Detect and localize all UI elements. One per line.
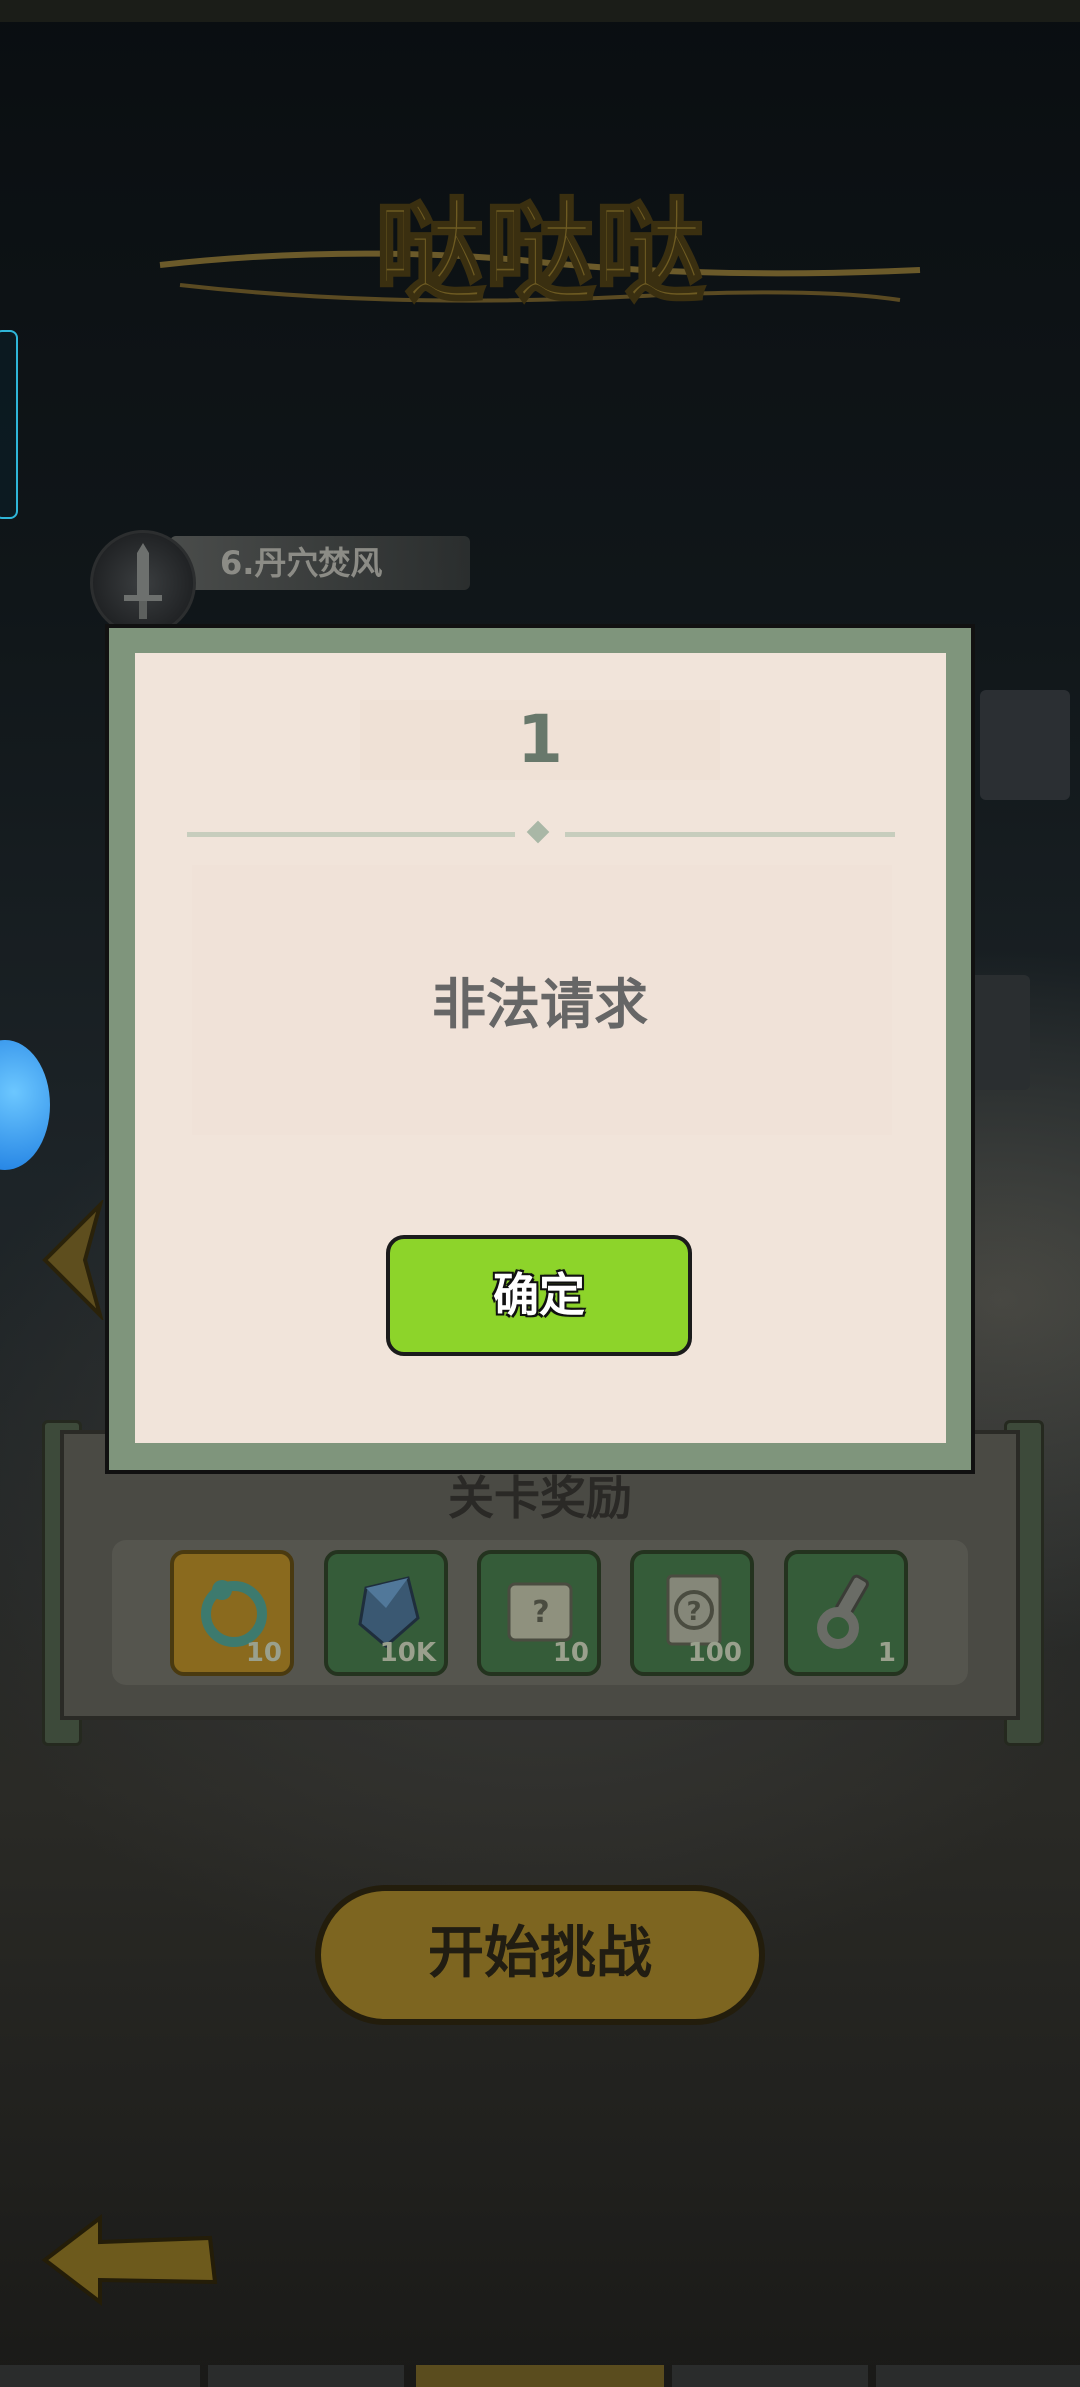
reward-quantity: 10 <box>245 1638 282 1668</box>
reward-item[interactable]: ? 10 <box>477 1550 601 1676</box>
stage-header: 6.丹穴焚风 <box>90 530 480 636</box>
reward-item[interactable]: 10K <box>324 1550 448 1676</box>
confirm-button[interactable]: 确定 <box>386 1235 692 1356</box>
svg-text:?: ? <box>686 1597 701 1627</box>
stage-name: 6.丹穴焚风 <box>170 536 470 590</box>
reward-quantity: 10K <box>379 1638 436 1668</box>
reward-quantity: 100 <box>687 1638 742 1668</box>
sword-emblem-icon <box>90 530 196 636</box>
side-panel-right <box>980 690 1070 800</box>
reward-quantity: 10 <box>552 1638 589 1668</box>
prev-stage-arrow-icon[interactable] <box>40 1200 110 1320</box>
bottom-tab[interactable] <box>208 2365 404 2387</box>
title-divider-left <box>187 832 515 837</box>
bottom-tab[interactable] <box>0 2365 200 2387</box>
title-divider-right <box>565 832 895 837</box>
bottom-tab-active[interactable] <box>416 2365 664 2387</box>
title-calligraphy-logo: 哒哒哒 <box>159 186 921 318</box>
bottom-tab[interactable] <box>672 2365 868 2387</box>
reward-quantity: 1 <box>877 1638 896 1668</box>
bottom-tab-bar <box>0 2365 1080 2387</box>
reward-item[interactable]: 10 <box>170 1550 294 1676</box>
back-arrow-icon[interactable] <box>40 2210 220 2310</box>
bottom-tab[interactable] <box>876 2365 1080 2387</box>
reward-item[interactable]: ? 100 <box>630 1550 754 1676</box>
side-event-panel[interactable] <box>0 330 18 519</box>
top-status-bar <box>0 0 1080 22</box>
svg-text:?: ? <box>532 1595 549 1630</box>
dialog-title: 1 <box>360 700 720 780</box>
title-art-text: 哒哒哒 <box>375 187 705 316</box>
dialog-message: 非法请求 <box>432 973 648 1036</box>
start-challenge-button[interactable]: 开始挑战 <box>315 1885 765 2025</box>
reward-item[interactable]: 1 <box>784 1550 908 1676</box>
